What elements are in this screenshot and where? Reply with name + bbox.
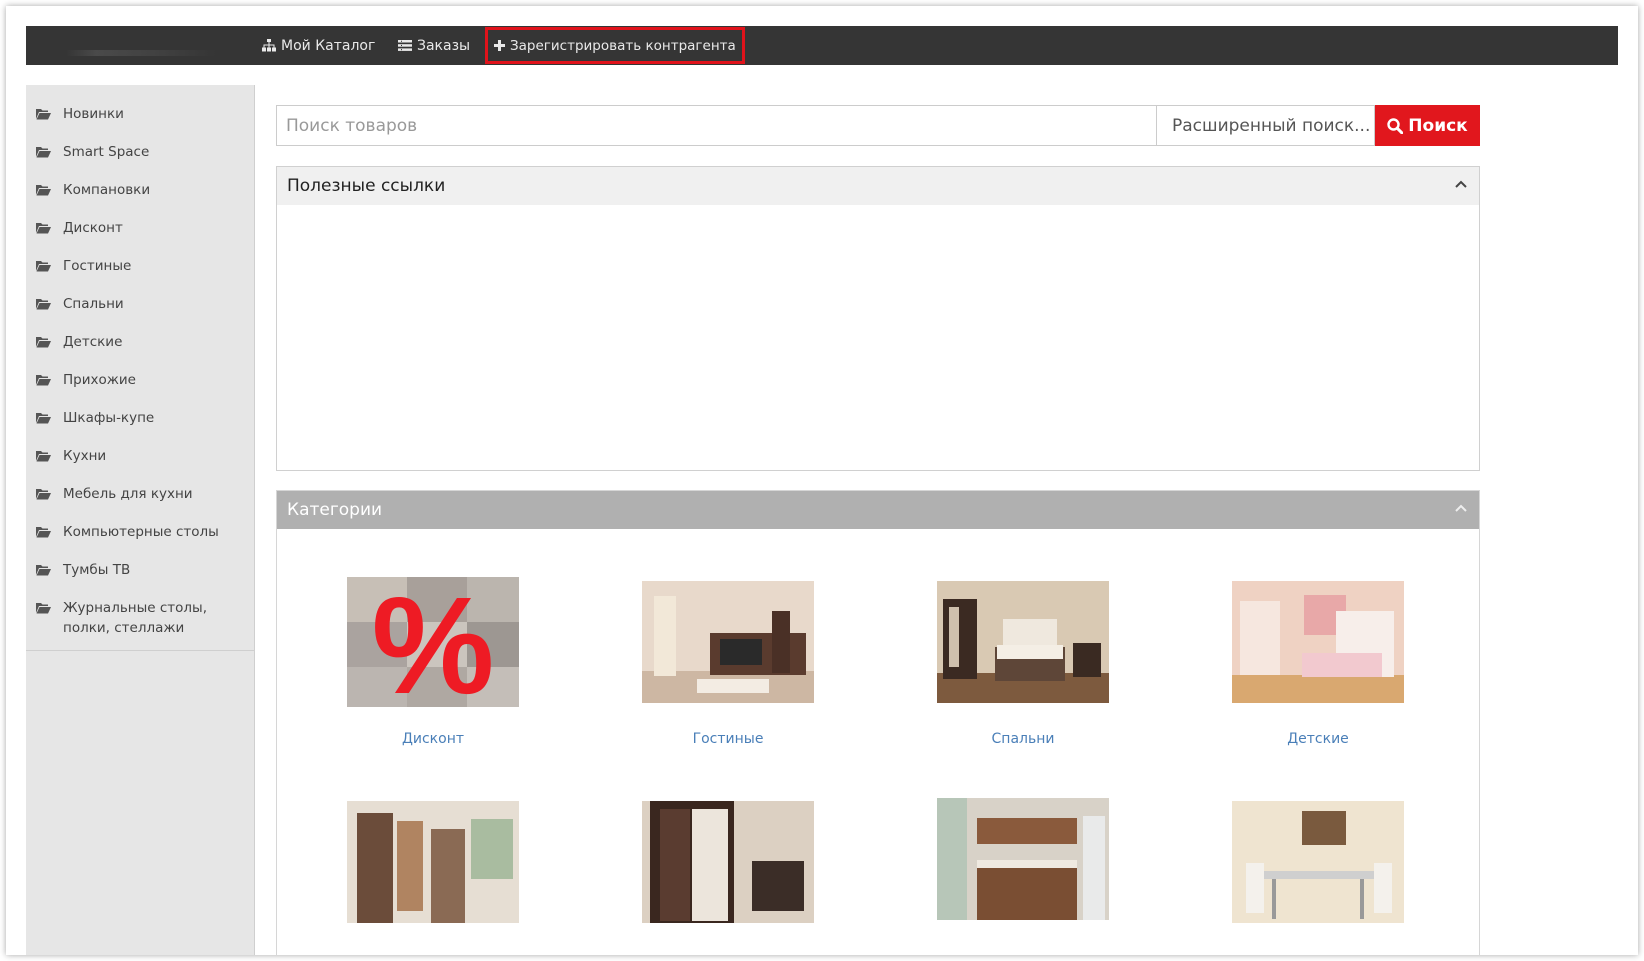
useful-links-panel: Полезные ссылки <box>276 166 1480 471</box>
sidebar-item[interactable]: Дисконт <box>26 200 254 238</box>
advanced-search-button[interactable]: Расширенный поиск... <box>1156 105 1375 146</box>
sidebar-item[interactable]: Кухни <box>26 428 254 466</box>
sidebar-item-label: Журнальные столы, полки, стеллажи <box>63 600 207 636</box>
sidebar-item[interactable]: Прихожие <box>26 352 254 390</box>
folder-open-icon <box>36 261 51 272</box>
sidebar-item-label: Компьютерные столы <box>63 524 219 540</box>
folder-open-icon <box>36 185 51 196</box>
category-tile[interactable] <box>1198 801 1438 923</box>
folder-open-icon <box>36 489 51 500</box>
category-link[interactable]: Дисконт <box>313 731 553 747</box>
folder-open-icon <box>36 451 51 462</box>
sidebar-item[interactable]: Детские <box>26 314 254 352</box>
search-button-label: Поиск <box>1408 115 1468 136</box>
folder-open-icon <box>36 337 51 348</box>
app-window: Мой Каталог Заказы Зарегистрировать конт… <box>6 6 1638 955</box>
nav-register-label: Зарегистрировать контрагента <box>510 37 736 54</box>
category-tile[interactable]: % Дисконт <box>313 577 553 747</box>
sidebar-item-label: Мебель для кухни <box>63 486 193 502</box>
sidebar-item-label: Спальни <box>63 296 124 312</box>
sidebar-item[interactable]: Компановки <box>26 162 254 200</box>
category-tile[interactable] <box>313 801 553 923</box>
category-sidebar: Новинки Smart Space Компановки Дисконт Гости… <box>26 85 255 955</box>
sidebar-item-label: Новинки <box>63 106 124 122</box>
folder-open-icon <box>36 527 51 538</box>
category-tile[interactable]: Гостиные <box>608 581 848 747</box>
wardrobe-image[interactable] <box>608 801 848 923</box>
folder-open-icon <box>36 565 51 576</box>
sidebar-item-label: Кухни <box>63 448 107 464</box>
kids-room-image[interactable] <box>1198 581 1438 703</box>
bedroom-image[interactable] <box>903 581 1143 703</box>
sidebar-item-label: Дисконт <box>63 220 123 236</box>
sidebar-item-label: Шкафы-купе <box>63 410 155 426</box>
folder-open-icon <box>36 375 51 386</box>
sidebar-item[interactable]: Новинки <box>26 85 254 124</box>
folder-open-icon <box>36 223 51 234</box>
discount-percent-image[interactable]: % <box>313 577 553 707</box>
sidebar-item[interactable]: Гостиные <box>26 238 254 276</box>
search-icon <box>1387 117 1404 134</box>
category-tile[interactable] <box>903 798 1143 920</box>
list-icon <box>398 40 412 51</box>
sidebar-item-label: Компановки <box>63 182 151 198</box>
sidebar-item-label: Тумбы ТВ <box>63 562 131 578</box>
plus-icon <box>494 40 505 51</box>
category-link[interactable]: Спальни <box>903 731 1143 747</box>
categories-title: Категории <box>287 500 383 520</box>
sidebar-item[interactable]: Спальни <box>26 276 254 314</box>
useful-links-title: Полезные ссылки <box>287 176 446 196</box>
sidebar-item-label: Детские <box>63 334 123 350</box>
top-navbar: Мой Каталог Заказы Зарегистрировать конт… <box>26 26 1618 65</box>
folder-open-icon <box>36 603 51 614</box>
folder-open-icon <box>36 147 51 158</box>
category-tile[interactable] <box>608 801 848 923</box>
category-link[interactable]: Детские <box>1198 731 1438 747</box>
dining-room-image[interactable] <box>1198 801 1438 923</box>
sidebar-item[interactable]: Мебель для кухни <box>26 466 254 504</box>
sitemap-icon <box>262 39 276 52</box>
sidebar-item-label: Smart Space <box>63 144 150 160</box>
living-room-image[interactable] <box>608 581 848 703</box>
advanced-search-label: Расширенный поиск... <box>1172 115 1371 136</box>
nav-orders-label: Заказы <box>417 37 471 54</box>
search-placeholder: Поиск товаров <box>286 115 418 136</box>
chevron-up-icon[interactable] <box>1455 180 1467 188</box>
folder-open-icon <box>36 109 51 120</box>
chevron-up-icon[interactable] <box>1455 504 1467 512</box>
folder-open-icon <box>36 299 51 310</box>
categories-panel: Категории % Дисконт Гостиные Спальни Детские <box>276 490 1480 955</box>
sidebar-item[interactable]: Тумбы ТВ <box>26 542 254 580</box>
useful-links-header[interactable]: Полезные ссылки <box>277 167 1479 205</box>
category-tile[interactable]: Спальни <box>903 581 1143 747</box>
folder-open-icon <box>36 413 51 424</box>
brand-logo <box>66 50 216 56</box>
search-button[interactable]: Поиск <box>1375 105 1480 146</box>
sidebar-item[interactable]: Smart Space <box>26 124 254 162</box>
nav-orders[interactable]: Заказы <box>398 26 470 65</box>
category-link[interactable]: Гостиные <box>608 731 848 747</box>
category-tile[interactable]: Детские <box>1198 581 1438 747</box>
sidebar-item[interactable]: Компьютерные столы <box>26 504 254 542</box>
sidebar-list: Новинки Smart Space Компановки Дисконт Гости… <box>26 85 254 651</box>
hallway-image[interactable] <box>313 801 553 923</box>
nav-my-catalog-label: Мой Каталог <box>281 37 376 54</box>
nav-register-counterparty[interactable]: Зарегистрировать контрагента <box>485 27 745 64</box>
sidebar-item-label: Гостиные <box>63 258 132 274</box>
sidebar-item[interactable]: Журнальные столы, полки, стеллажи <box>26 580 254 638</box>
search-input[interactable]: Поиск товаров <box>276 105 1156 146</box>
sidebar-item-label: Прихожие <box>63 372 136 388</box>
kitchen-image[interactable] <box>903 798 1143 920</box>
sidebar-item[interactable]: Шкафы-купе <box>26 390 254 428</box>
categories-header[interactable]: Категории <box>277 491 1479 529</box>
nav-my-catalog[interactable]: Мой Каталог <box>262 26 375 65</box>
svg-text:%: % <box>372 577 495 707</box>
